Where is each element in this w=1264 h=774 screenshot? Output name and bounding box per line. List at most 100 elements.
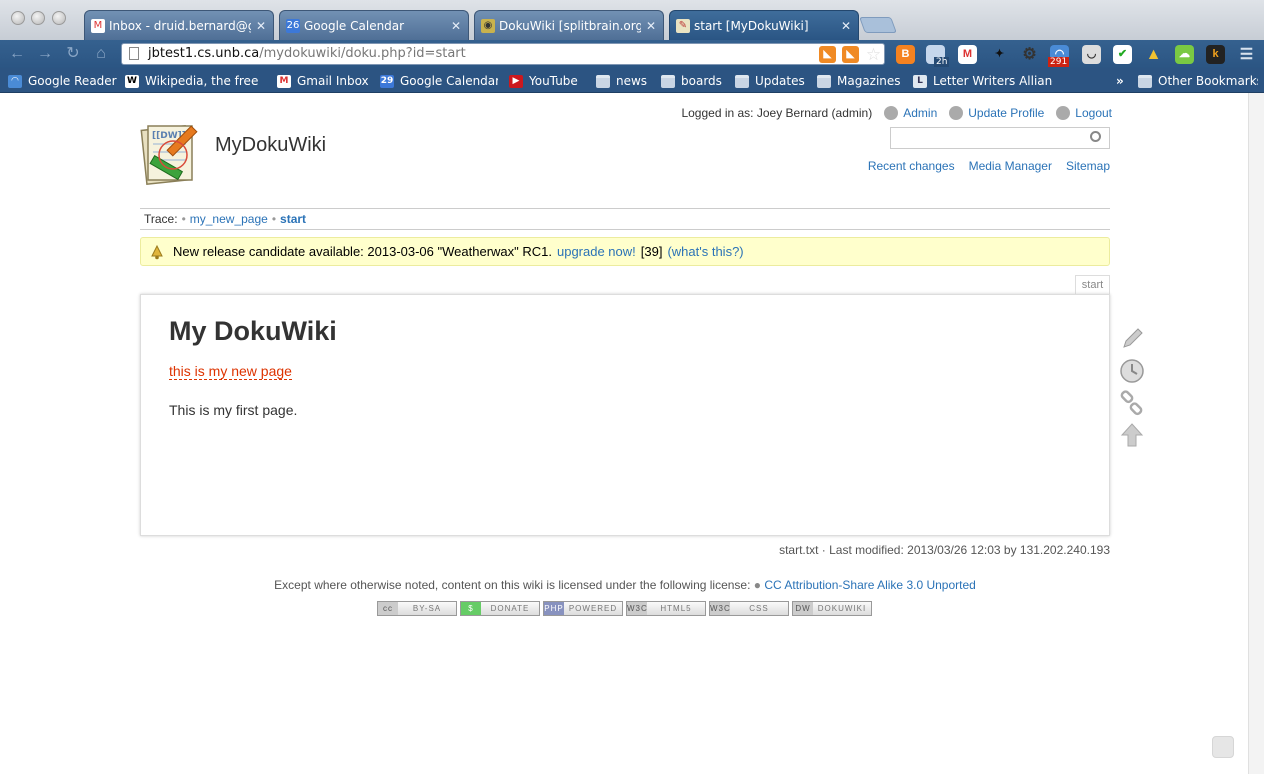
close-icon[interactable]: ✕ <box>840 19 852 33</box>
tab-title: Inbox - druid.bernard@gm <box>109 18 251 33</box>
bookmark-folder-magazines[interactable]: Magazines <box>817 73 902 89</box>
document-info: start.txt · Last modified: 2013/03/26 12… <box>779 543 1110 557</box>
bookmark-folder-news[interactable]: news <box>596 73 651 89</box>
power-icon <box>1056 106 1071 120</box>
reload-button[interactable]: ↻ <box>63 45 83 63</box>
badge-left: PHP <box>544 602 564 615</box>
close-icon[interactable]: ✕ <box>450 19 462 33</box>
recent-changes-link[interactable]: Recent changes <box>868 159 955 175</box>
close-window-button[interactable] <box>11 11 25 25</box>
badge-left: DW <box>793 602 813 615</box>
bookmarks-overflow-chevron[interactable]: » <box>1116 73 1128 89</box>
bookmark-letter-writers-alliance[interactable]: L Letter Writers Allianc <box>913 73 1053 89</box>
close-icon[interactable]: ✕ <box>645 19 657 33</box>
search-icon[interactable] <box>1090 131 1101 142</box>
sitemap-link[interactable]: Sitemap <box>1066 159 1110 175</box>
bookmark-label: boards <box>681 74 722 88</box>
media-manager-link[interactable]: Media Manager <box>969 159 1052 175</box>
pocket-icon[interactable]: ◡ <box>1082 45 1101 64</box>
zoom-window-button[interactable] <box>52 11 66 25</box>
tab-dokuwiki-splitbrain[interactable]: ◉ DokuWiki [splitbrain.org] ✕ <box>474 10 664 40</box>
bookmark-other-bookmarks[interactable]: Other Bookmarks <box>1138 73 1258 89</box>
bookmark-google-reader[interactable]: ◠ Google Reader <box>8 73 118 89</box>
old-revisions-clock-icon[interactable] <box>1119 358 1145 384</box>
forward-button[interactable]: → <box>35 45 55 63</box>
gmail-icon: M <box>277 74 291 88</box>
address-bar[interactable]: jbtest1.cs.unb.ca/mydokuwiki/doku.php?id… <box>121 43 885 65</box>
license-link[interactable]: CC Attribution-Share Alike 3.0 Unported <box>764 578 975 592</box>
site-title[interactable]: MyDokuWiki <box>215 134 326 157</box>
tab-gmail[interactable]: M Inbox - druid.bernard@gm ✕ <box>84 10 274 40</box>
admin-link[interactable]: Admin <box>884 106 937 120</box>
search-input[interactable] <box>890 127 1110 149</box>
tab-start-mydokuwiki[interactable]: ✎ start [MyDokuWiki] ✕ <box>669 10 859 40</box>
page-paragraph: This is my first page. <box>169 402 298 418</box>
logout-label: Logout <box>1075 106 1112 120</box>
bookmark-youtube[interactable]: ▶ YouTube <box>509 73 584 89</box>
whats-this-link[interactable]: (what's this?) <box>667 244 743 259</box>
dokuwiki-logo[interactable]: [[DW]] <box>140 122 206 188</box>
badge-w3c-css[interactable]: W3C CSS <box>709 601 789 616</box>
back-to-top-arrow-icon[interactable] <box>1119 422 1145 448</box>
license-text: Except where otherwise noted, content on… <box>274 578 751 592</box>
bookmark-folder-boards[interactable]: boards <box>661 73 726 89</box>
notification-count: [39] <box>640 244 663 259</box>
backlinks-chain-icon[interactable] <box>1119 390 1145 416</box>
bookmark-folder-updates[interactable]: Updates <box>735 73 805 89</box>
tab-google-calendar[interactable]: 26 Google Calendar ✕ <box>279 10 469 40</box>
bookmark-label: Google Calendar <box>400 74 498 88</box>
wikilink-missing-page[interactable]: this is my new page <box>169 363 292 380</box>
user-icon <box>949 106 964 120</box>
bookmark-label: Letter Writers Allianc <box>933 74 1053 88</box>
badge-php-powered[interactable]: PHP POWERED <box>543 601 623 616</box>
dokuwiki-icon: ✎ <box>676 18 690 33</box>
rss-icon[interactable]: ◣ <box>842 46 859 63</box>
back-button[interactable]: ← <box>7 45 27 63</box>
blogger-icon[interactable]: B <box>896 45 915 64</box>
breadcrumb-item-my-new-page[interactable]: my_new_page <box>190 212 268 226</box>
bookmark-wikipedia[interactable]: W Wikipedia, the free e <box>125 73 260 89</box>
upgrade-now-link[interactable]: upgrade now! <box>557 244 636 259</box>
calendar-icon: 29 <box>380 74 394 88</box>
update-profile-link[interactable]: Update Profile <box>949 106 1044 120</box>
breadcrumb-item-start[interactable]: start <box>280 212 306 226</box>
badge-dokuwiki[interactable]: DW DOKUWIKI <box>792 601 872 616</box>
star-bookmark-icon[interactable]: ☆ <box>865 46 882 63</box>
badge-right: CSS <box>749 604 769 613</box>
badge-donate[interactable]: $ DONATE <box>460 601 540 616</box>
footer-badges: cc BY-SA $ DONATE PHP POWERED W3C HTML5 W3C C… <box>377 601 872 616</box>
kindle-icon[interactable]: k <box>1206 45 1225 64</box>
logout-link[interactable]: Logout <box>1056 106 1112 120</box>
badge-w3c-html5[interactable]: W3C HTML5 <box>626 601 706 616</box>
bookmark-label: news <box>616 74 648 88</box>
share-icon[interactable] <box>1212 736 1234 758</box>
rss-icon[interactable]: ◣ <box>819 46 836 63</box>
badge-right: POWERED <box>568 604 618 613</box>
gear-icon[interactable]: ⚙ <box>1020 45 1039 64</box>
close-icon[interactable]: ✕ <box>255 19 267 33</box>
gmail-icon: M <box>91 18 105 33</box>
bookmark-label: Updates <box>755 74 805 88</box>
gmail-icon[interactable]: M <box>958 45 977 64</box>
twitter-bird-icon[interactable]: ✦ <box>990 45 1009 64</box>
folder-icon <box>1138 74 1152 88</box>
new-tab-button[interactable] <box>859 17 897 33</box>
update-notification: New release candidate available: 2013-03… <box>140 237 1110 266</box>
menu-icon[interactable]: ☰ <box>1237 45 1256 64</box>
google-drive-icon[interactable]: ▲ <box>1144 45 1163 64</box>
badge-left: $ <box>461 602 481 615</box>
minimize-window-button[interactable] <box>31 11 45 25</box>
badge-cc-by-sa[interactable]: cc BY-SA <box>377 601 457 616</box>
vertical-scrollbar[interactable] <box>1248 93 1264 774</box>
update-profile-label: Update Profile <box>968 106 1045 120</box>
home-button[interactable]: ⌂ <box>91 45 111 63</box>
site-tools: Recent changes Media Manager Sitemap <box>840 159 1110 175</box>
checkmark-icon[interactable]: ✔ <box>1113 45 1132 64</box>
badge-left: W3C <box>710 602 731 615</box>
bookmark-google-calendar[interactable]: 29 Google Calendar <box>380 73 498 89</box>
bookmark-label: Magazines <box>837 74 901 88</box>
cloud-icon[interactable]: ☁ <box>1175 45 1194 64</box>
bookmark-gmail-inbox[interactable]: M Gmail Inbox <box>277 73 372 89</box>
edit-page-pencil-icon[interactable] <box>1119 326 1145 352</box>
admin-label: Admin <box>903 106 938 120</box>
